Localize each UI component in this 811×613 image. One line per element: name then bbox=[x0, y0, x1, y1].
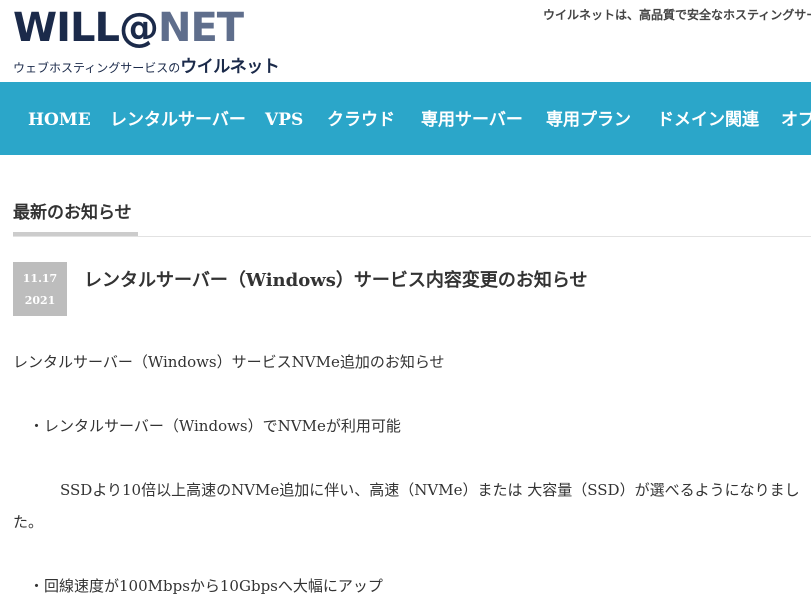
site-logo[interactable]: WILL@NET ウェブホスティングサービスのウイルネット bbox=[13, 5, 280, 77]
news-section-title: 最新のお知らせ bbox=[13, 203, 132, 223]
nav-item-rental-server[interactable]: レンタルサーバー bbox=[110, 82, 246, 155]
logo-wordmark-will: WILL@ bbox=[13, 5, 159, 51]
logo-subtitle: ウェブホスティングサービスのウイルネット bbox=[13, 52, 280, 77]
post-date-year: 2021 bbox=[24, 294, 56, 307]
post-body-bullet-bandwidth: ・回線速度が100Mbpsから10Gbpsへ大幅にアップ bbox=[29, 577, 383, 595]
post-date-badge: 11.17 2021 bbox=[13, 262, 67, 316]
nav-item-home[interactable]: HOME bbox=[28, 82, 91, 155]
nav-item-domain[interactable]: ドメイン関連 bbox=[657, 82, 759, 155]
post-body-nvme-detail: SSDより10倍以上高速のNVMe追加に伴い、高速（NVMe）または 大容量（S… bbox=[13, 481, 800, 531]
logo-wordmark: WILL@NET bbox=[13, 5, 244, 51]
post-body-intro: レンタルサーバー（Windows）サービスNVMe追加のお知らせ bbox=[13, 353, 445, 371]
nav-item-vps[interactable]: VPS bbox=[265, 82, 303, 155]
header-tagline: ウイルネットは、高品質で安全なホスティングサー bbox=[543, 8, 811, 22]
logo-brand-name: ウイルネット bbox=[180, 57, 280, 77]
nav-item-cloud[interactable]: クラウド bbox=[327, 82, 395, 155]
post-date-day: 11.17 bbox=[22, 272, 58, 285]
news-section-divider bbox=[13, 236, 811, 237]
site-header: WILL@NET ウェブホスティングサービスのウイルネット ウイルネットは、高品… bbox=[0, 0, 811, 82]
nav-item-dedicated-plan[interactable]: 専用プラン bbox=[546, 82, 631, 155]
nav-item-dedicated-server[interactable]: 専用サーバー bbox=[421, 82, 523, 155]
nav-item-options[interactable]: オプ bbox=[781, 82, 811, 155]
logo-subtitle-text: ウェブホスティングサービスの bbox=[13, 61, 181, 75]
logo-wordmark-net: NET bbox=[157, 5, 244, 51]
global-nav: HOME レンタルサーバー VPS クラウド 専用サーバー 専用プラン ドメイン… bbox=[0, 82, 811, 155]
post-body-bullet-nvme: ・レンタルサーバー（Windows）でNVMeが利用可能 bbox=[29, 417, 401, 435]
post-title-link[interactable]: レンタルサーバー（Windows）サービス内容変更のお知らせ bbox=[84, 266, 588, 292]
